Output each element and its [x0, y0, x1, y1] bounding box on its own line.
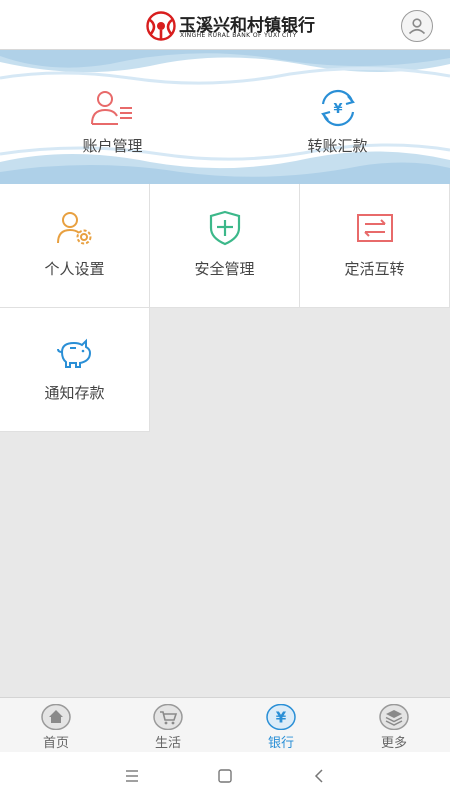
svg-text:¥: ¥: [333, 102, 342, 117]
home-square-icon: [218, 769, 232, 783]
user-avatar-button[interactable]: [401, 10, 433, 42]
account-management-label: 账户管理: [82, 137, 143, 155]
system-nav-bar: [0, 752, 450, 800]
account-card-icon: [90, 88, 136, 128]
personal-settings-label: 个人设置: [44, 260, 105, 278]
back-icon: [314, 769, 323, 783]
home-icon: [41, 704, 71, 730]
security-management-label: 安全管理: [194, 260, 255, 278]
tab-bank[interactable]: ¥ 银行: [225, 698, 337, 753]
menu-icon: [126, 770, 138, 782]
bottom-tab-bar: 首页 生活 ¥ 银行 更多: [0, 697, 450, 752]
transfer-button[interactable]: ¥ 转账汇款: [225, 50, 450, 184]
top-banner: 账户管理 ¥ 转账汇款: [0, 50, 450, 184]
shield-icon: [205, 210, 245, 246]
tab-bank-label: 银行: [267, 736, 294, 751]
tab-more[interactable]: 更多: [338, 698, 450, 753]
bank-logo-icon: [146, 11, 176, 41]
fixed-current-transfer-button[interactable]: 定活互转: [300, 184, 450, 308]
exchange-arrows-icon: [355, 210, 395, 246]
tab-life-label: 生活: [154, 736, 181, 751]
tab-home-label: 首页: [42, 736, 69, 751]
menu-button[interactable]: [120, 764, 144, 788]
transfer-yuan-icon: ¥: [315, 88, 361, 128]
svg-text:¥: ¥: [276, 709, 287, 727]
home-system-button[interactable]: [213, 764, 237, 788]
layers-icon: [379, 704, 409, 730]
account-management-button[interactable]: 账户管理: [0, 50, 225, 184]
personal-settings-button[interactable]: 个人设置: [0, 184, 150, 308]
notice-deposit-button[interactable]: 通知存款: [0, 308, 150, 432]
tab-life[interactable]: 生活: [112, 698, 224, 753]
fixed-current-transfer-label: 定活互转: [344, 260, 405, 278]
cart-icon: [153, 704, 183, 730]
yuan-icon: ¥: [266, 704, 296, 730]
user-avatar-icon: [408, 18, 426, 35]
security-management-button[interactable]: 安全管理: [150, 184, 300, 308]
notice-deposit-label: 通知存款: [44, 384, 105, 402]
tab-more-label: 更多: [380, 736, 407, 751]
bank-name-en: XINGHE RURAL BANK OF YUXI CITY: [180, 32, 297, 39]
back-button[interactable]: [307, 764, 331, 788]
transfer-label: 转账汇款: [307, 137, 368, 155]
piggy-bank-icon: [55, 334, 95, 370]
bank-logo: 玉溪兴和村镇银行 XINGHE RURAL BANK OF YUXI CITY: [146, 11, 315, 41]
app-header: 玉溪兴和村镇银行 XINGHE RURAL BANK OF YUXI CITY: [0, 0, 450, 50]
user-settings-icon: [55, 210, 95, 246]
tab-home[interactable]: 首页: [0, 698, 112, 753]
